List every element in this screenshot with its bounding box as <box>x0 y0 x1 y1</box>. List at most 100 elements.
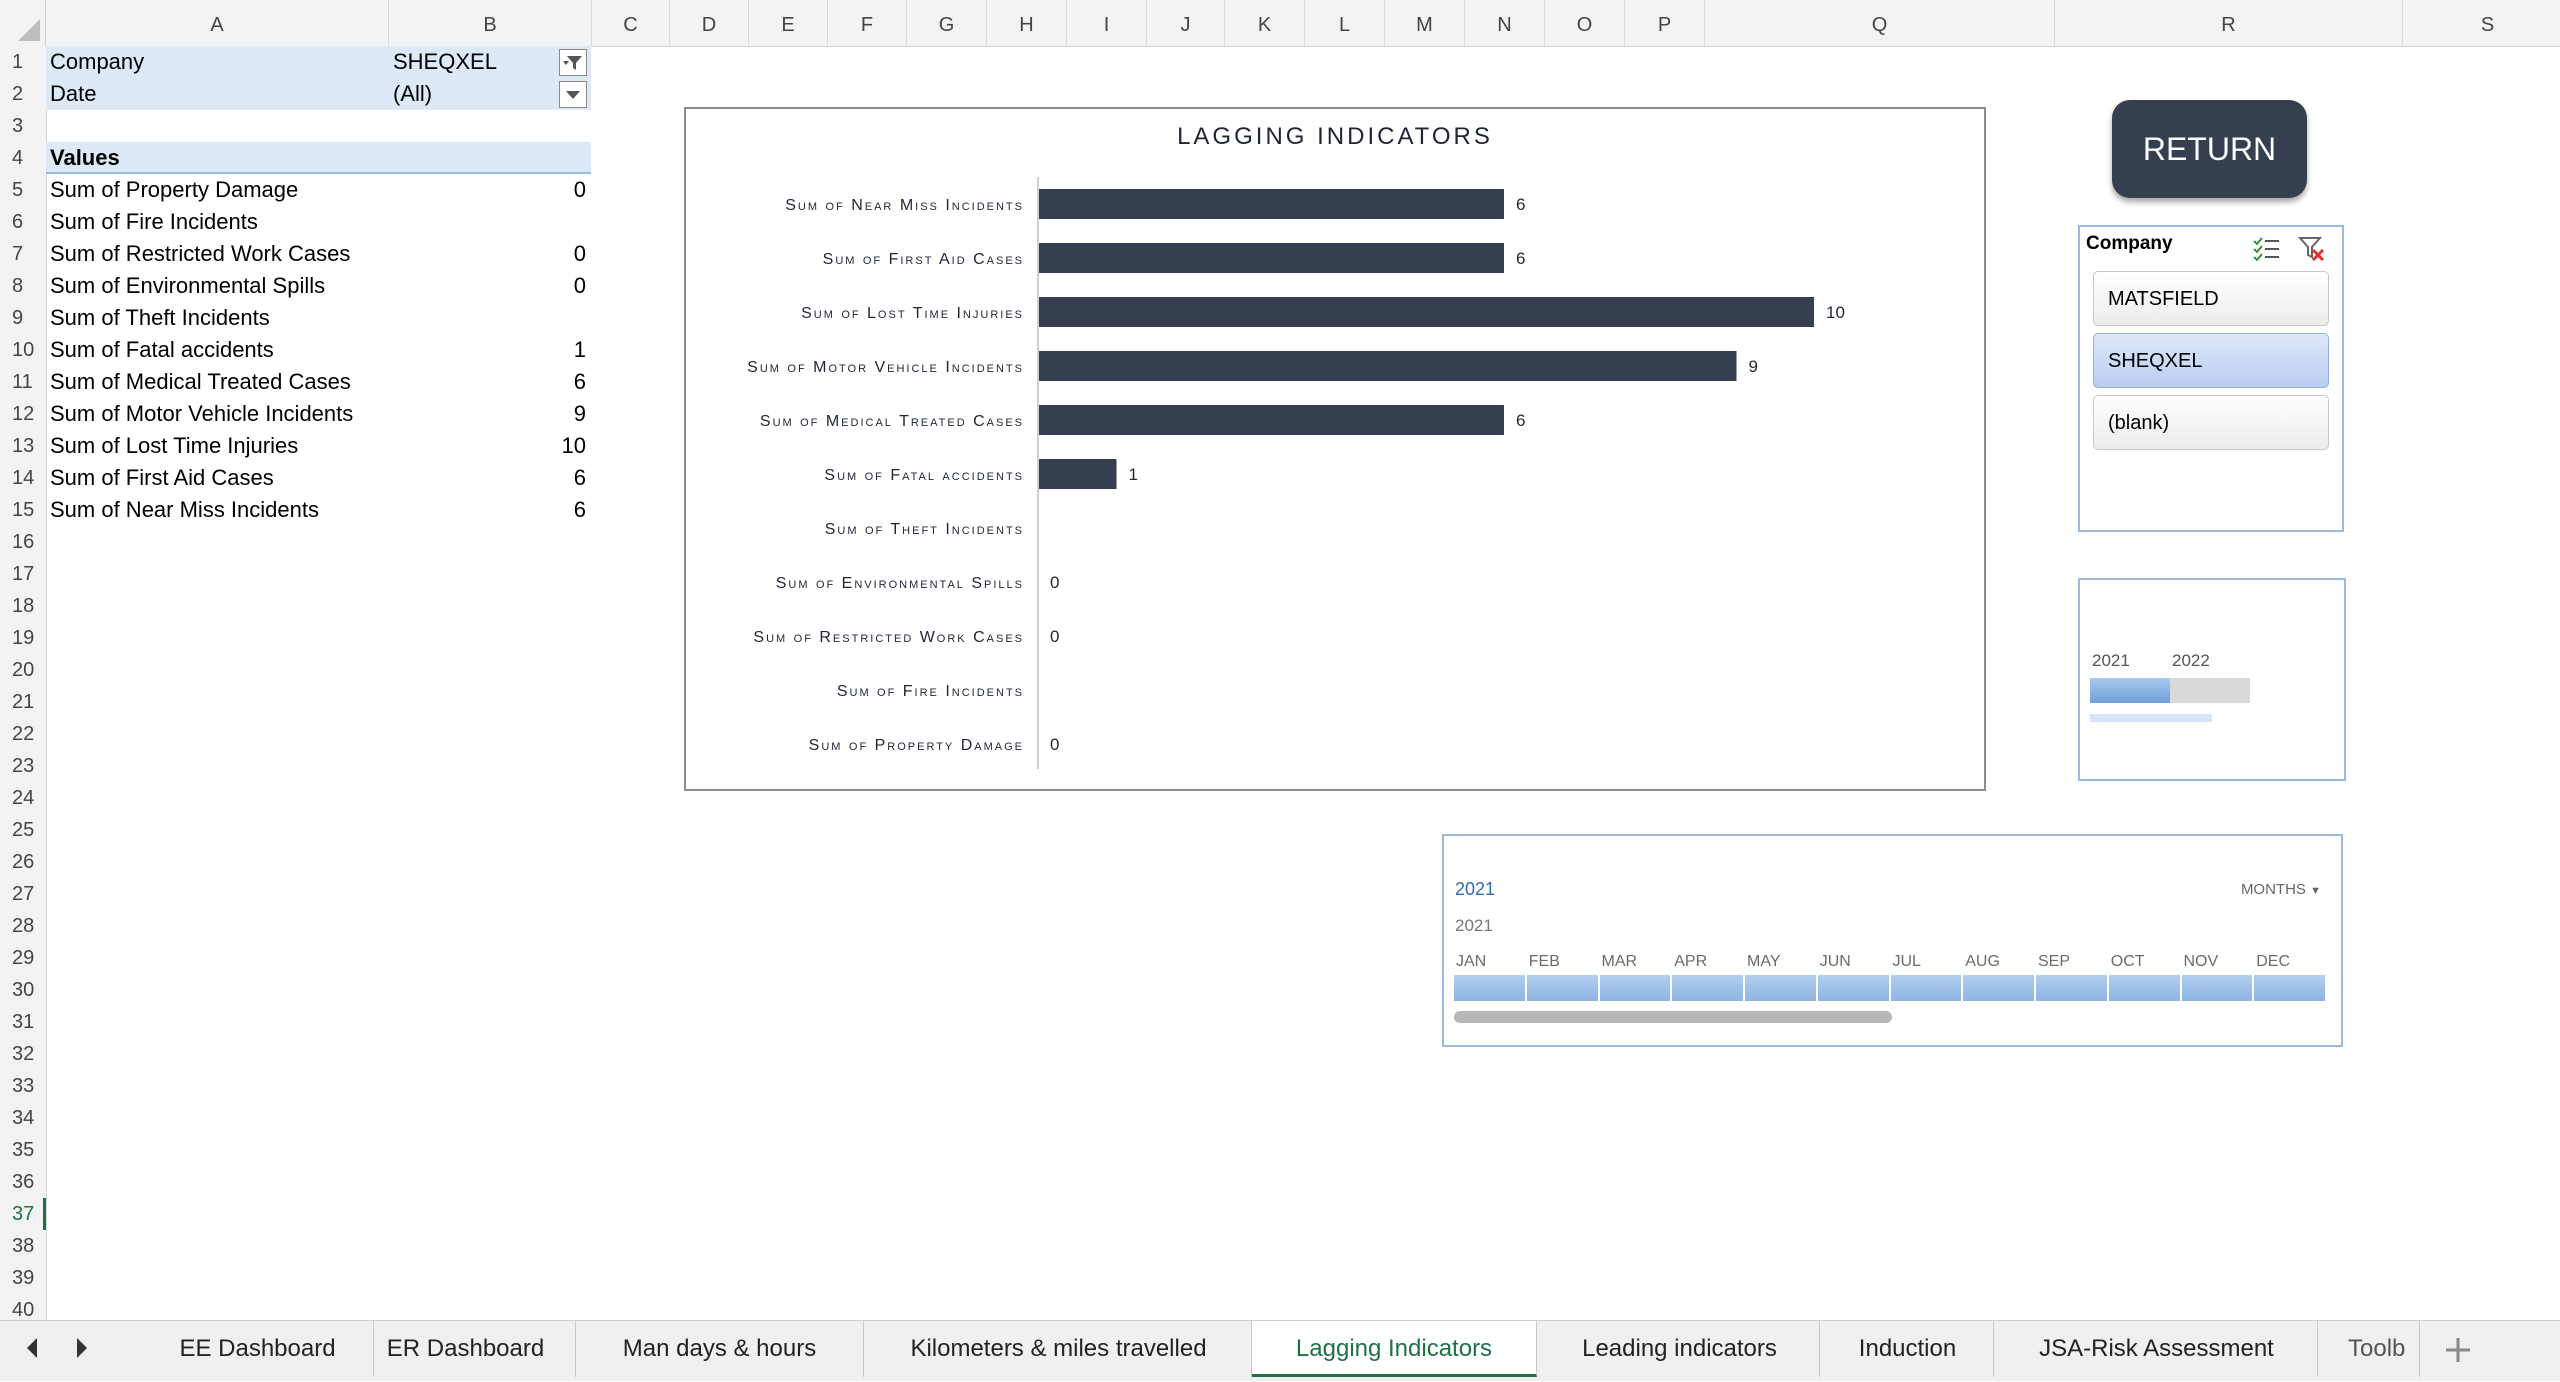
clear-filter-icon[interactable] <box>2298 235 2326 261</box>
sheet-tab-kilometers-miles-travelled[interactable]: Kilometers & miles travelled <box>866 1321 1252 1377</box>
timeline-month-bar[interactable] <box>1454 975 1525 1001</box>
add-sheet-button[interactable] <box>2438 1325 2478 1382</box>
row-header-2[interactable]: 2 <box>0 78 46 110</box>
timeline-small-year-2021[interactable]: 2021 <box>2092 651 2130 671</box>
column-header-q[interactable]: Q <box>1705 0 2055 46</box>
row-header-17[interactable]: 17 <box>0 558 46 590</box>
row-header-23[interactable]: 23 <box>0 750 46 782</box>
timeline-month-bar[interactable] <box>2181 975 2253 1001</box>
timeline-month-bar[interactable] <box>2036 975 2107 1001</box>
timeline-level-select[interactable]: MONTHS ▼ <box>2241 881 2321 898</box>
timeline-month-dec[interactable]: DEC <box>2256 953 2290 971</box>
sheet-tab-ee-dashboard[interactable]: EE Dashboard <box>142 1321 374 1377</box>
lagging-indicators-chart[interactable]: LAGGING INDICATORS Sum of Near Miss Inci… <box>684 107 1986 791</box>
sheet-tab-toolb[interactable]: Toolb <box>2320 1321 2420 1377</box>
row-header-21[interactable]: 21 <box>0 686 46 718</box>
row-header-39[interactable]: 39 <box>0 1262 46 1294</box>
timeline-month-aug[interactable]: AUG <box>1965 953 2000 971</box>
column-header-b[interactable]: B <box>389 0 592 46</box>
row-header-26[interactable]: 26 <box>0 846 46 878</box>
row-header-29[interactable]: 29 <box>0 942 46 974</box>
column-header-e[interactable]: E <box>749 0 828 46</box>
row-header-6[interactable]: 6 <box>0 206 46 238</box>
sheet-tab-lagging-indicators[interactable]: Lagging Indicators <box>1252 1321 1537 1377</box>
return-button[interactable]: RETURN <box>2112 100 2307 198</box>
chart-bar[interactable] <box>1039 243 1504 273</box>
row-header-8[interactable]: 8 <box>0 270 46 302</box>
chart-bar[interactable] <box>1039 405 1504 435</box>
column-header-l[interactable]: L <box>1305 0 1385 46</box>
row-header-15[interactable]: 15 <box>0 494 46 526</box>
column-header-i[interactable]: I <box>1067 0 1147 46</box>
timeline-month-bar[interactable] <box>1745 975 1816 1001</box>
row-header-24[interactable]: 24 <box>0 782 46 814</box>
tab-scroll-left-icon[interactable] <box>24 1336 40 1365</box>
row-header-5[interactable]: 5 <box>0 174 46 206</box>
timeline-month-jan[interactable]: JAN <box>1456 953 1486 971</box>
select-all-corner[interactable] <box>0 0 46 46</box>
timeline-month-sep[interactable]: SEP <box>2038 953 2070 971</box>
row-header-33[interactable]: 33 <box>0 1070 46 1102</box>
timeline-month-bar[interactable] <box>1817 975 1889 1001</box>
timeline-month-jun[interactable]: JUN <box>1820 953 1851 971</box>
column-header-k[interactable]: K <box>1225 0 1305 46</box>
row-header-16[interactable]: 16 <box>0 526 46 558</box>
row-header-7[interactable]: 7 <box>0 238 46 270</box>
timeline-month-bar[interactable] <box>2254 975 2325 1001</box>
chart-bar[interactable] <box>1039 351 1737 381</box>
timeline-small-scrollbar[interactable] <box>2090 714 2212 722</box>
row-header-25[interactable]: 25 <box>0 814 46 846</box>
row-header-37[interactable]: 37 <box>0 1198 46 1230</box>
column-header-a[interactable]: A <box>46 0 389 46</box>
timeline-month-bar[interactable] <box>1672 975 1743 1001</box>
row-header-13[interactable]: 13 <box>0 430 46 462</box>
chart-bar[interactable] <box>1039 189 1504 219</box>
row-header-30[interactable]: 30 <box>0 974 46 1006</box>
date-filter-button[interactable] <box>559 81 587 108</box>
timeline-small-year-2022[interactable]: 2022 <box>2172 651 2210 671</box>
timeline-small-unselected-bar[interactable] <box>2170 678 2250 703</box>
row-header-36[interactable]: 36 <box>0 1166 46 1198</box>
row-header-18[interactable]: 18 <box>0 590 46 622</box>
sheet-tab-leading-indicators[interactable]: Leading indicators <box>1540 1321 1820 1377</box>
row-header-22[interactable]: 22 <box>0 718 46 750</box>
column-header-n[interactable]: N <box>1465 0 1545 46</box>
row-header-35[interactable]: 35 <box>0 1134 46 1166</box>
sheet-tab-man-days-hours[interactable]: Man days & hours <box>576 1321 864 1377</box>
row-header-1[interactable]: 1 <box>0 46 46 78</box>
row-header-11[interactable]: 11 <box>0 366 46 398</box>
timeline-month-bar[interactable] <box>1526 975 1598 1001</box>
timeline-scrollbar[interactable] <box>1454 1011 1892 1023</box>
column-header-d[interactable]: D <box>670 0 749 46</box>
row-header-12[interactable]: 12 <box>0 398 46 430</box>
tab-scroll-right-icon[interactable] <box>74 1336 90 1365</box>
column-header-p[interactable]: P <box>1625 0 1705 46</box>
row-header-10[interactable]: 10 <box>0 334 46 366</box>
timeline-month-mar[interactable]: MAR <box>1602 953 1638 971</box>
timeline-month-oct[interactable]: OCT <box>2111 953 2145 971</box>
slicer-item-blank[interactable]: (blank) <box>2093 395 2329 450</box>
column-header-s[interactable]: S <box>2403 0 2560 46</box>
sheet-tab-jsa-risk-assessment[interactable]: JSA-Risk Assessment <box>1996 1321 2318 1377</box>
slicer-item-sheqxel[interactable]: SHEQXEL <box>2093 333 2329 388</box>
row-header-27[interactable]: 27 <box>0 878 46 910</box>
row-header-9[interactable]: 9 <box>0 302 46 334</box>
row-header-4[interactable]: 4 <box>0 142 46 174</box>
timeline-month-bar[interactable] <box>2108 975 2180 1001</box>
timeline-month-may[interactable]: MAY <box>1747 953 1780 971</box>
timeline-month-jul[interactable]: JUL <box>1893 953 1921 971</box>
row-header-28[interactable]: 28 <box>0 910 46 942</box>
row-header-3[interactable]: 3 <box>0 110 46 142</box>
slicer-item-matsfield[interactable]: MATSFIELD <box>2093 271 2329 326</box>
sheet-tab-er-dashboard[interactable]: ER Dashboard <box>356 1321 576 1377</box>
multi-select-icon[interactable] <box>2252 235 2280 261</box>
row-header-32[interactable]: 32 <box>0 1038 46 1070</box>
row-header-20[interactable]: 20 <box>0 654 46 686</box>
column-header-r[interactable]: R <box>2055 0 2403 46</box>
timeline-month-nov[interactable]: NOV <box>2184 953 2219 971</box>
sheet-tab-induction[interactable]: Induction <box>1822 1321 1994 1377</box>
row-header-34[interactable]: 34 <box>0 1102 46 1134</box>
column-header-g[interactable]: G <box>907 0 987 46</box>
column-header-o[interactable]: O <box>1545 0 1625 46</box>
timeline-month-apr[interactable]: APR <box>1674 953 1707 971</box>
